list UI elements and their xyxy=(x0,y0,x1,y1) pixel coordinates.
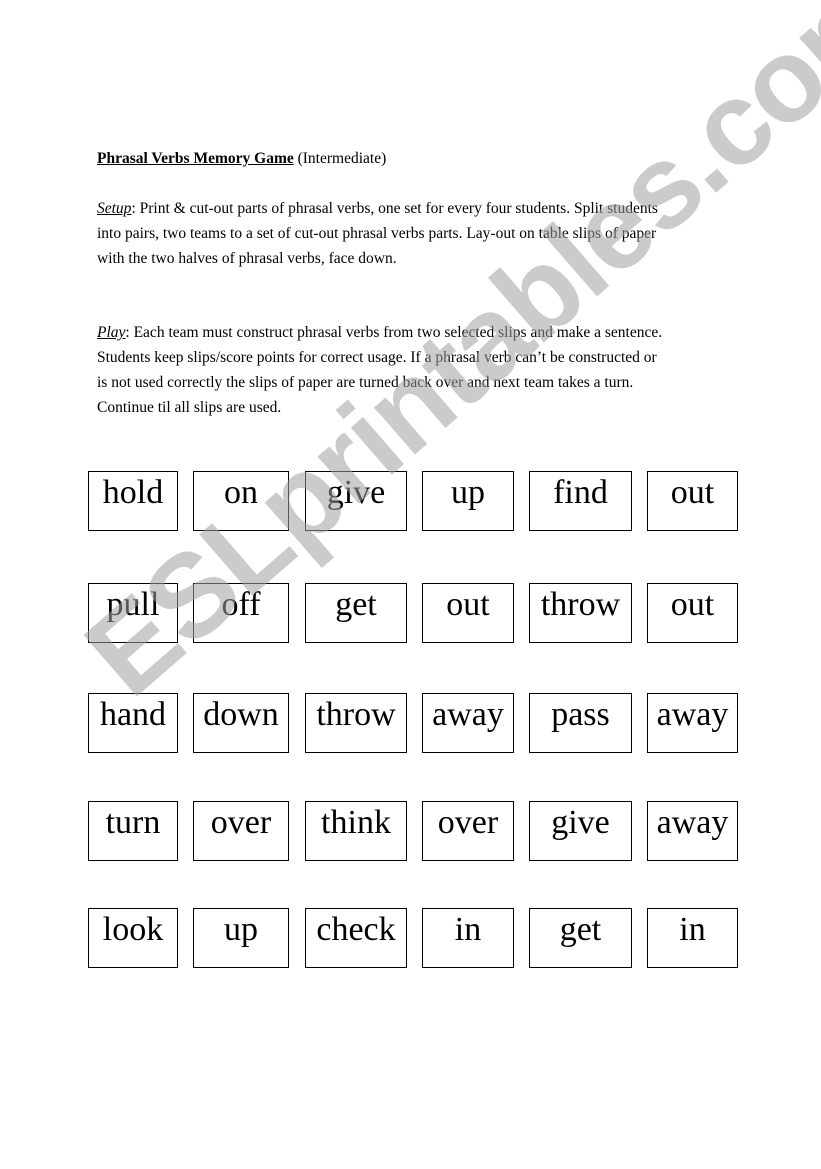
word-card: give xyxy=(529,801,632,861)
play-label: Play xyxy=(97,324,126,341)
word-card: up xyxy=(422,471,514,531)
word-card: turn xyxy=(88,801,178,861)
word-card: away xyxy=(647,693,738,753)
play-text: : Each team must construct phrasal verbs… xyxy=(97,324,663,416)
word-card: pass xyxy=(529,693,632,753)
play-paragraph: Play: Each team must construct phrasal v… xyxy=(97,320,667,420)
word-card: out xyxy=(647,471,738,531)
word-card: in xyxy=(422,908,514,968)
word-card: over xyxy=(422,801,514,861)
word-card: hand xyxy=(88,693,178,753)
word-card: off xyxy=(193,583,289,643)
word-card: look xyxy=(88,908,178,968)
word-card: up xyxy=(193,908,289,968)
word-card: give xyxy=(305,471,407,531)
word-card: away xyxy=(422,693,514,753)
word-card: over xyxy=(193,801,289,861)
setup-text: : Print & cut-out parts of phrasal verbs… xyxy=(97,200,658,267)
word-card: in xyxy=(647,908,738,968)
word-card: get xyxy=(529,908,632,968)
word-card: out xyxy=(647,583,738,643)
word-card: think xyxy=(305,801,407,861)
word-card: on xyxy=(193,471,289,531)
word-card: get xyxy=(305,583,407,643)
word-card: down xyxy=(193,693,289,753)
word-card: hold xyxy=(88,471,178,531)
level-label: (Intermediate) xyxy=(297,150,387,167)
word-card: check xyxy=(305,908,407,968)
setup-label: Setup xyxy=(97,200,132,217)
word-card: away xyxy=(647,801,738,861)
page-title: Phrasal Verbs Memory Game xyxy=(97,150,294,167)
word-card: out xyxy=(422,583,514,643)
title-line: Phrasal Verbs Memory Game (Intermediate) xyxy=(97,146,667,171)
word-card: throw xyxy=(529,583,632,643)
word-card: throw xyxy=(305,693,407,753)
word-card: pull xyxy=(88,583,178,643)
setup-paragraph: Setup: Print & cut-out parts of phrasal … xyxy=(97,196,667,271)
word-card: find xyxy=(529,471,632,531)
